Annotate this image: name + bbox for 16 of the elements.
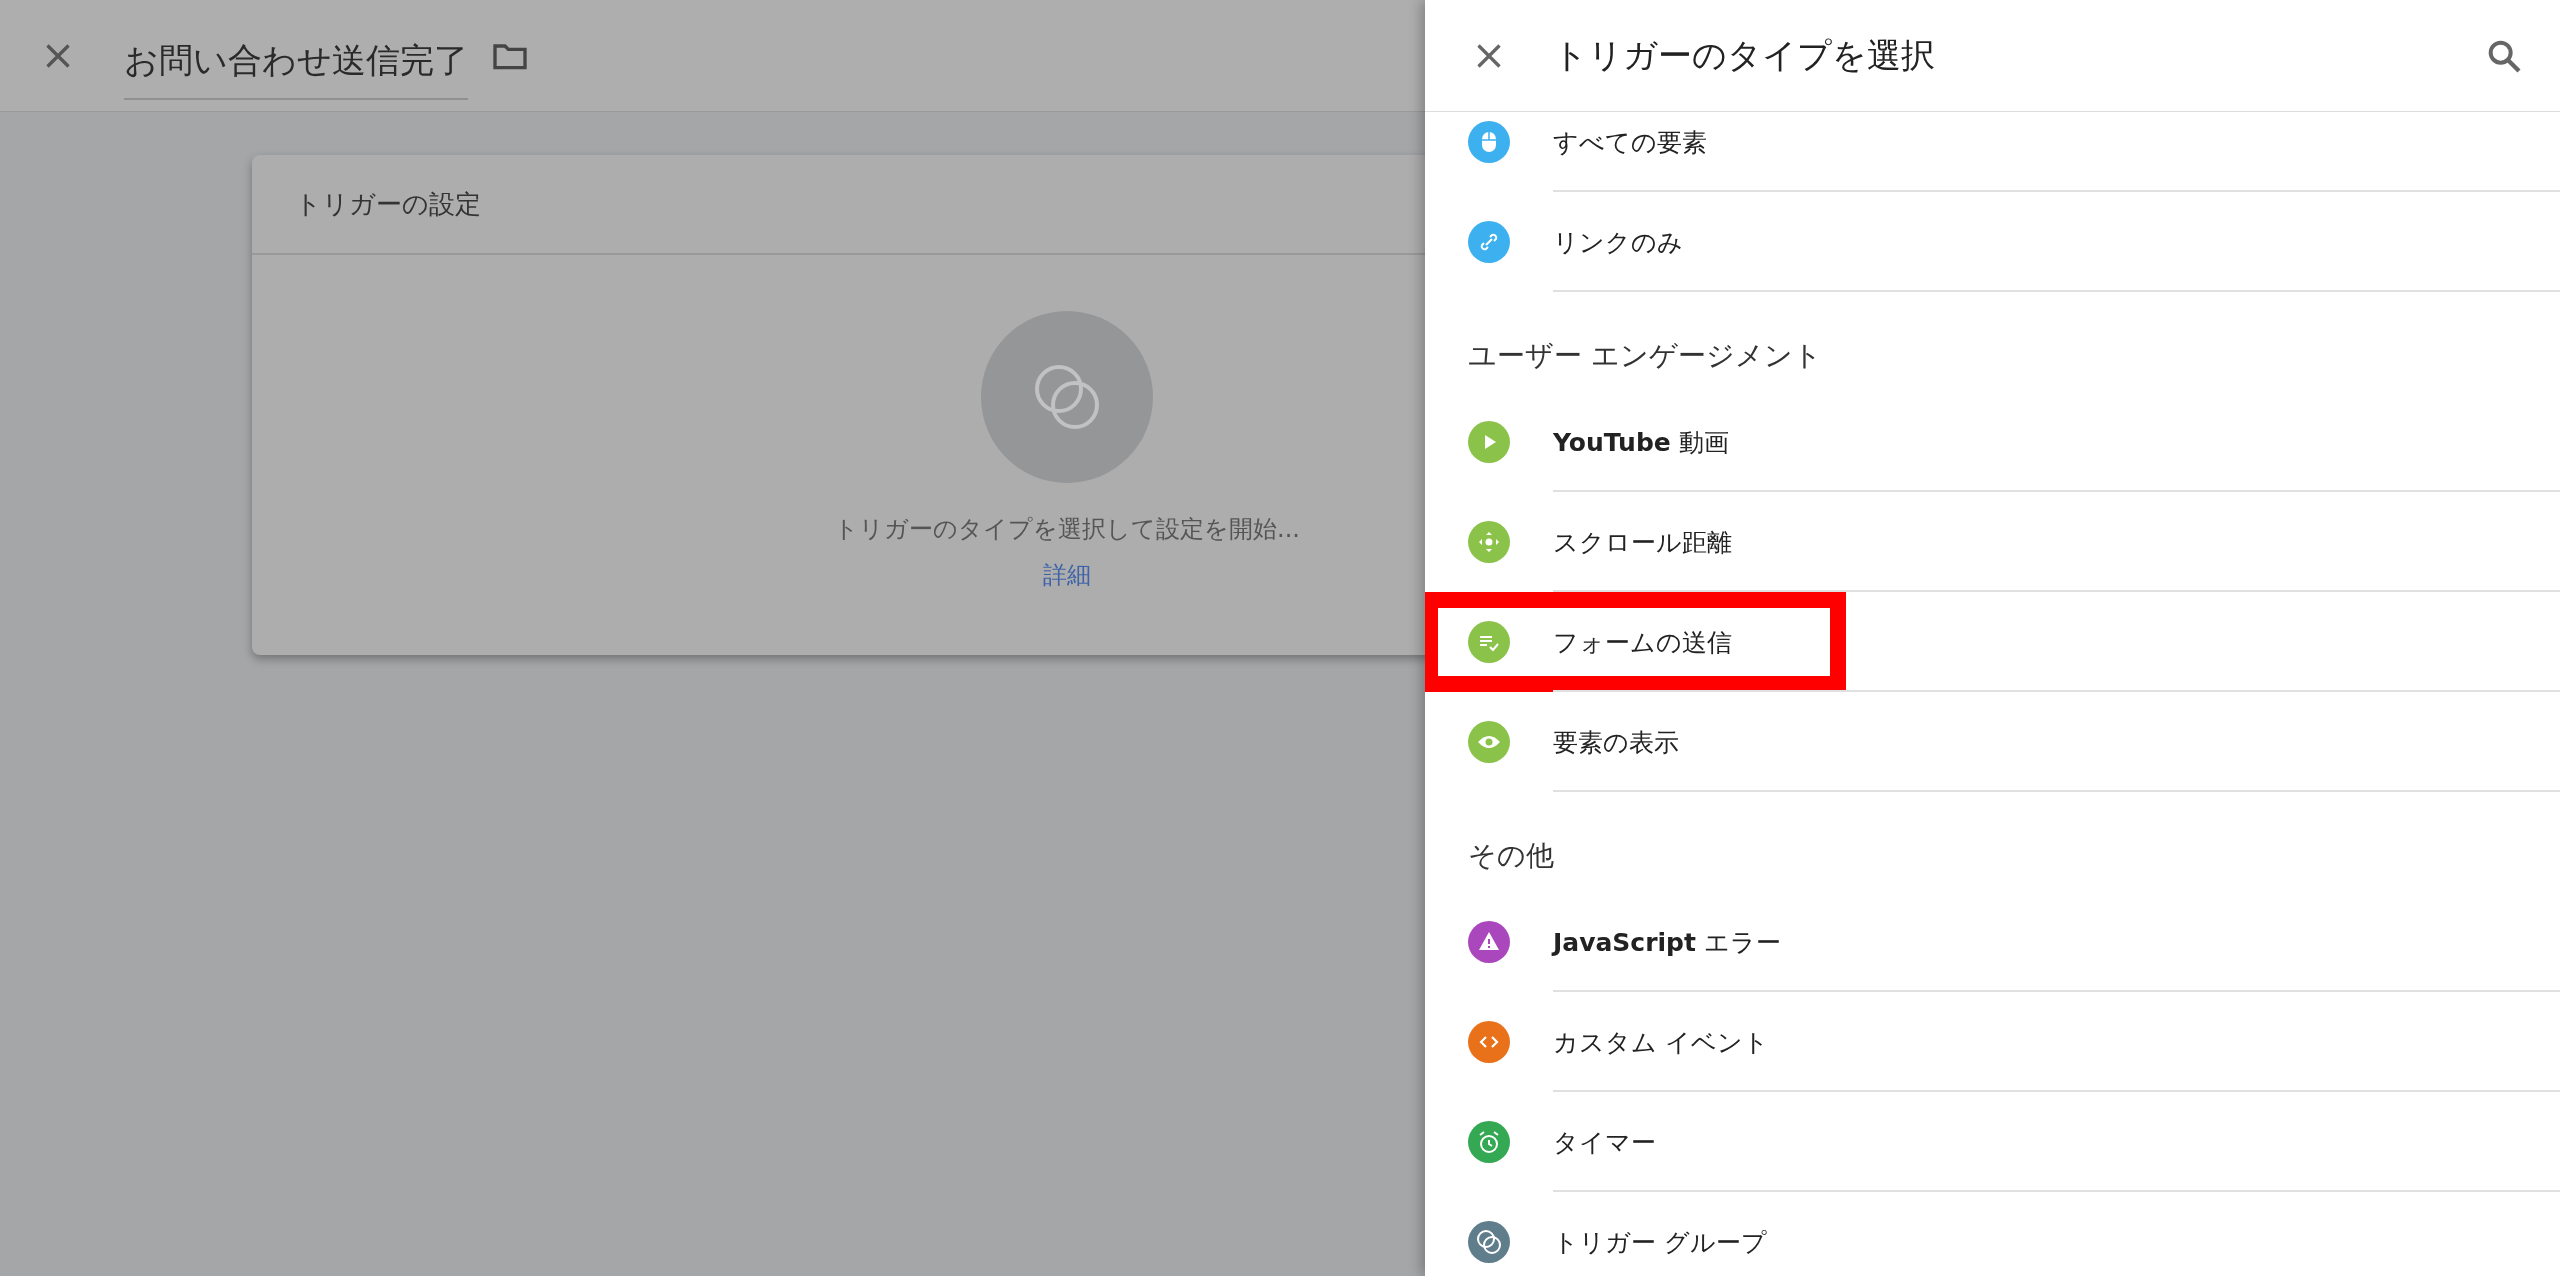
- trigger-type-item[interactable]: YouTube 動画: [1553, 425, 1729, 459]
- trigger-type-item[interactable]: JavaScript エラー: [1553, 925, 1781, 959]
- section-heading: ユーザー エンゲージメント: [1468, 338, 1822, 374]
- panel-title: トリガーのタイプを選択: [1553, 33, 1936, 77]
- trigger-type-item[interactable]: スクロール距離: [1553, 525, 1732, 559]
- trigger-type-item[interactable]: 要素の表示: [1553, 725, 1679, 759]
- prompt-text: トリガーのタイプを選択して設定を開始...: [834, 514, 1300, 545]
- trigger-type-item[interactable]: フォームの送信: [1553, 625, 1732, 659]
- section-heading: その他: [1468, 838, 1554, 874]
- trigger-type-item[interactable]: カスタム イベント: [1553, 1025, 1769, 1059]
- trigger-name-field[interactable]: お問い合わせ送信完了: [124, 31, 468, 100]
- card-title: トリガーの設定: [295, 187, 481, 221]
- trigger-type-item[interactable]: タイマー: [1553, 1125, 1656, 1159]
- trigger-type-item[interactable]: トリガー グループ: [1553, 1225, 1767, 1259]
- trigger-type-item[interactable]: リンクのみ: [1553, 225, 1683, 259]
- trigger-type-item[interactable]: すべての要素: [1553, 125, 1707, 159]
